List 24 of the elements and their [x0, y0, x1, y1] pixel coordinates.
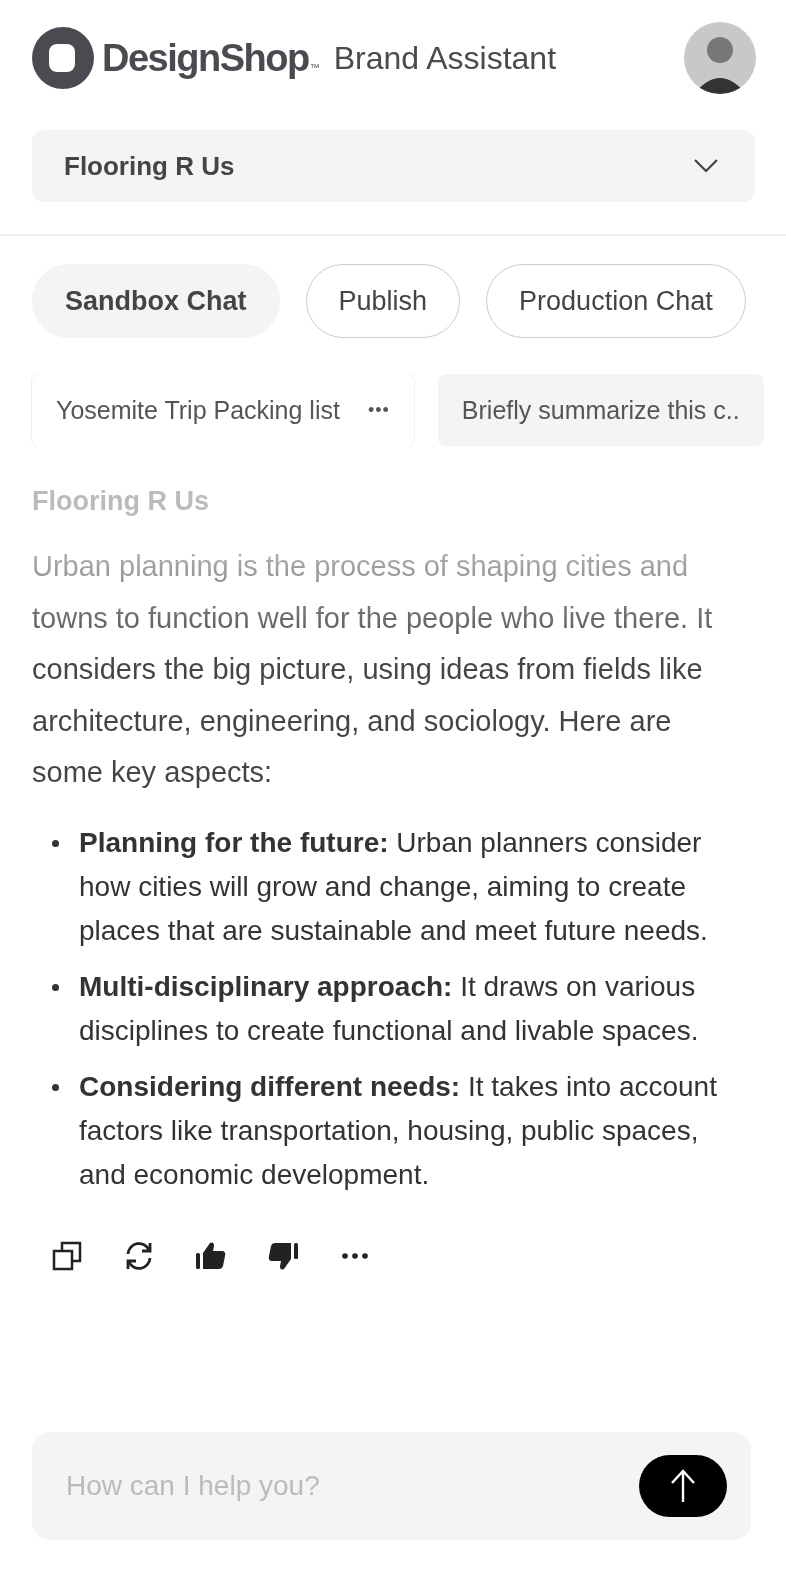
message-field[interactable]: How can I help you? [64, 1469, 639, 1503]
chip-title: Yosemite Trip Packing list [56, 395, 340, 425]
trademark: ™ [309, 62, 320, 73]
app-subtitle: Brand Assistant [333, 39, 557, 77]
brand-dropdown[interactable]: Flooring R Us [32, 130, 755, 202]
list-item-text: Considering different needs: It takes into account factors like transportation, housing, public spaces, and economic development. [79, 1069, 718, 1192]
conversation-chip[interactable]: Yosemite Trip Packing list ••• [32, 374, 414, 446]
tab[interactable]: Production Chat [486, 264, 746, 338]
bullet-icon [52, 839, 59, 847]
list-item-text: Planning for the future: Urban planners consider how cities will grow and change, aiming to create places that are sustainable and meet future needs. [79, 825, 709, 948]
tab[interactable]: Publish [305, 264, 461, 338]
logo: DesignShop [102, 36, 309, 80]
sender-name: Flooring R Us [32, 486, 210, 517]
bullet-icon [52, 1083, 59, 1091]
bullet-icon [52, 983, 59, 991]
list-item-text: Multi-disciplinary approach: It draws on various disciplines to create functional and livable spaces. [79, 969, 700, 1048]
logo-icon [32, 27, 94, 89]
arrow-up-icon [668, 1468, 698, 1504]
tab[interactable]: Sandbox Chat [32, 264, 280, 338]
more-button[interactable]: ••• [367, 399, 390, 421]
message-composer[interactable]: How can I help you? [32, 1432, 751, 1540]
conversation-chip[interactable]: Briefly summarize this c.. [437, 374, 764, 446]
chevron-down-icon [693, 158, 719, 174]
chip-title: Briefly summarize this c.. [461, 395, 740, 425]
